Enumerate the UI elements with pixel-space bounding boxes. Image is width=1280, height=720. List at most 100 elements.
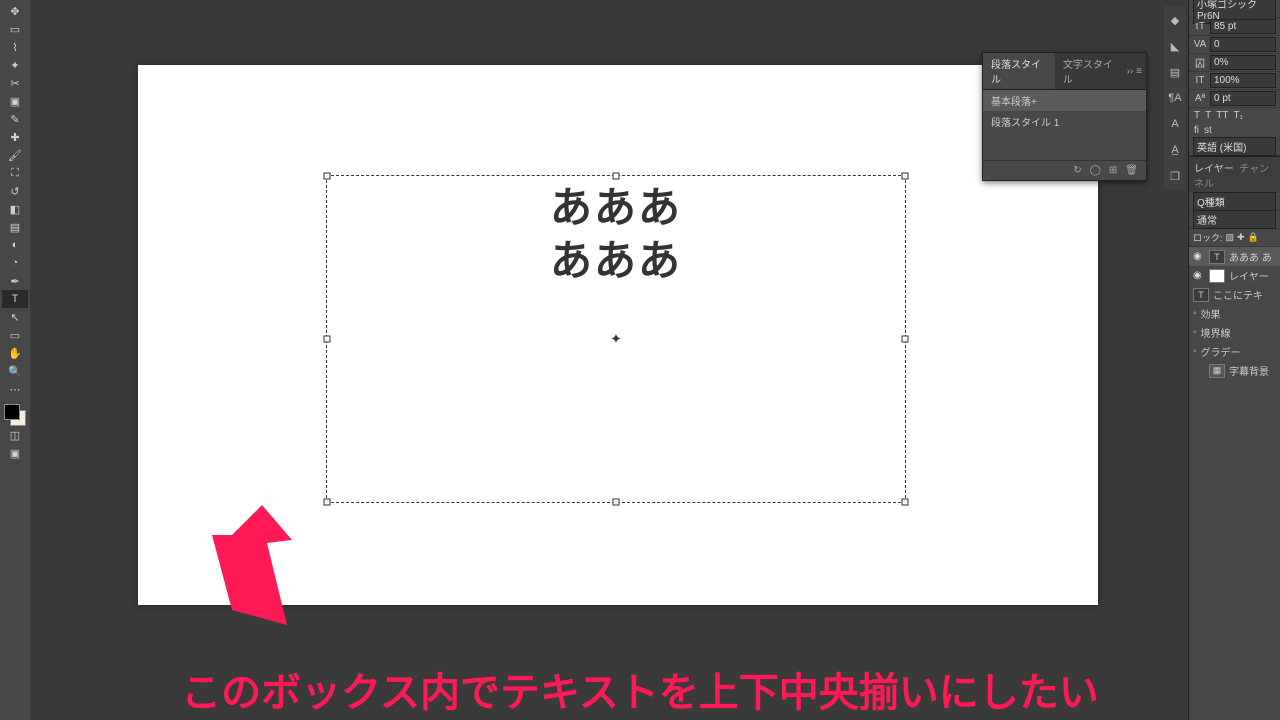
- paragraph-styles-panel[interactable]: 段落スタイル 文字スタイル ›› ≡ 基本段落+ 段落スタイル 1 ↻ ◯ ⊞ …: [982, 52, 1147, 181]
- left-toolbar: ✥ ▭ ⌇ ✦ ✂ ▣ ✎ ✚ 🖌 ⛶ ↺ ◧ ▤ ◐ ◔ ✒ T ↖ ▭ ✋ …: [0, 0, 30, 720]
- swatches-dock-icon[interactable]: ◣: [1167, 38, 1183, 54]
- handle-tr[interactable]: [902, 173, 909, 180]
- mask-mode-icon[interactable]: ◫: [2, 426, 28, 444]
- history-brush-icon[interactable]: ↺: [2, 182, 28, 200]
- layers-panel-header: レイヤー チャンネル: [1189, 156, 1280, 193]
- handle-bc[interactable]: [613, 499, 620, 506]
- fg-color-icon[interactable]: [4, 404, 20, 420]
- marquee-tool-icon[interactable]: ▭: [2, 20, 28, 38]
- handle-br[interactable]: [902, 499, 909, 506]
- ligature-fi-icon[interactable]: fi: [1194, 125, 1199, 136]
- layer-sub-fx[interactable]: ◦ 効果: [1189, 304, 1280, 323]
- type-sub-icon[interactable]: T₁: [1233, 110, 1242, 121]
- shape-tool-icon[interactable]: ▭: [2, 326, 28, 344]
- type-caps-icon[interactable]: TT: [1216, 110, 1228, 121]
- transform-center-icon: ✦: [610, 331, 622, 348]
- fx-chevron-icon[interactable]: ◦: [1193, 346, 1197, 357]
- font-size-icon: τT: [1193, 21, 1207, 32]
- handle-ml[interactable]: [324, 336, 331, 343]
- screen-mode-icon[interactable]: ▣: [2, 444, 28, 462]
- glyphs-dock-icon[interactable]: A: [1167, 116, 1183, 132]
- visibility-toggle-icon[interactable]: ◉: [1193, 251, 1205, 262]
- handle-mr[interactable]: [902, 336, 909, 343]
- language-field[interactable]: 英語 (米国): [1193, 137, 1276, 156]
- eyedrop-tool-icon[interactable]: ✎: [2, 110, 28, 128]
- handle-tc[interactable]: [613, 173, 620, 180]
- layer-text-row[interactable]: ◉ T あああ あ: [1189, 247, 1280, 266]
- right-panel-column: 小塚ゴシック Pr6N τT85 pt VA0 囚0% IT100% Aª0 p…: [1188, 0, 1280, 720]
- layer-caption-bg-row[interactable]: ◉ ▦ 字幕背景: [1189, 361, 1280, 380]
- panel-collapse-icon[interactable]: ››: [1127, 66, 1134, 77]
- dodge-tool-icon[interactable]: ◔: [2, 254, 28, 272]
- heal-tool-icon[interactable]: ✚: [2, 128, 28, 146]
- text-box[interactable]: あああ あああ ✦: [326, 175, 906, 503]
- handle-bl[interactable]: [324, 499, 331, 506]
- type-layer-icon: T: [1193, 288, 1209, 302]
- type-tool-icon[interactable]: T: [2, 290, 28, 308]
- frame-tool-icon[interactable]: ▣: [2, 92, 28, 110]
- lock-pos-icon[interactable]: ✚: [1237, 232, 1245, 243]
- layer-3-name: 字幕背景: [1229, 363, 1269, 378]
- visibility-toggle-icon[interactable]: ◉: [1193, 270, 1205, 281]
- baseline-field[interactable]: 0 pt: [1210, 91, 1276, 106]
- path-tool-icon[interactable]: ↖: [2, 308, 28, 326]
- crop-tool-icon[interactable]: ✂: [2, 74, 28, 92]
- char-dock-icon[interactable]: ▤: [1167, 64, 1183, 80]
- eraser-tool-icon[interactable]: ◧: [2, 200, 28, 218]
- pen-tool-icon[interactable]: ✒: [2, 272, 28, 290]
- type-bold-icon[interactable]: T: [1194, 110, 1200, 121]
- layer-bg-row[interactable]: ◉ レイヤー: [1189, 266, 1280, 285]
- panel-menu-icon[interactable]: ≡: [1136, 66, 1142, 77]
- kerning-icon: VA: [1193, 39, 1207, 50]
- font-size-field[interactable]: 85 pt: [1210, 19, 1276, 34]
- stamp-tool-icon[interactable]: ⛶: [2, 164, 28, 182]
- zoom-tool-icon[interactable]: 🔍: [2, 362, 28, 380]
- tracking-field[interactable]: 0%: [1210, 55, 1276, 70]
- layers-list: ◉ T あああ あ ◉ レイヤー T ここにテキ ◦ 効果 ◦ 境界線 ◦ グラ…: [1189, 247, 1280, 380]
- panel-new-icon[interactable]: ⊞: [1109, 165, 1117, 176]
- lock-all-icon[interactable]: 🔒: [1248, 232, 1259, 243]
- vscale-field[interactable]: 100%: [1210, 73, 1276, 88]
- text-line-1: あああ: [550, 184, 682, 231]
- layer-sub-grad[interactable]: ◦ グラデー: [1189, 342, 1280, 361]
- gradient-tool-icon[interactable]: ▤: [2, 218, 28, 236]
- layer-2-name: レイヤー: [1229, 268, 1269, 283]
- panel-trash-icon[interactable]: 🗑: [1125, 165, 1138, 176]
- wand-tool-icon[interactable]: ✦: [2, 56, 28, 74]
- tab-paragraph-styles[interactable]: 段落スタイル: [983, 53, 1055, 89]
- fx-chevron-icon[interactable]: ◦: [1193, 327, 1197, 338]
- ligature-st-icon[interactable]: st: [1204, 125, 1212, 136]
- para-dock-icon[interactable]: ¶A: [1167, 90, 1183, 106]
- smartobj-icon: ▦: [1209, 364, 1225, 378]
- layer-filter-field[interactable]: Q種類: [1193, 192, 1276, 211]
- panel-clear-icon[interactable]: ◯: [1090, 165, 1101, 176]
- text-content: あああ あああ: [550, 182, 682, 287]
- cube-dock-icon[interactable]: ❒: [1167, 168, 1183, 184]
- properties-dock-icon[interactable]: ◆: [1167, 12, 1183, 28]
- styles-dock-icon[interactable]: A̲: [1167, 142, 1183, 158]
- layer-sub-stroke[interactable]: ◦ 境界線: [1189, 323, 1280, 342]
- fx-chevron-icon[interactable]: ◦: [1193, 308, 1197, 319]
- blur-tool-icon[interactable]: ◐: [2, 236, 28, 254]
- tab-character-styles[interactable]: 文字スタイル: [1055, 53, 1127, 89]
- blend-mode-field[interactable]: 通常: [1193, 210, 1276, 229]
- layer-sub-text[interactable]: T ここにテキ: [1189, 285, 1280, 304]
- annotation-caption: このボックス内でテキストを上下中央揃いにしたい: [0, 660, 1280, 718]
- pstyle-basic[interactable]: 基本段落+: [983, 90, 1146, 111]
- kerning-field[interactable]: 0: [1210, 37, 1276, 52]
- brush-tool-icon[interactable]: 🖌: [2, 146, 28, 164]
- layer-sub4-name: グラデー: [1201, 344, 1241, 359]
- move-tool-icon[interactable]: ✥: [2, 2, 28, 20]
- vscale-icon: IT: [1193, 75, 1207, 86]
- tab-layers[interactable]: レイヤー: [1194, 164, 1234, 175]
- layer-1-name: あああ あ: [1229, 249, 1272, 264]
- handle-tl[interactable]: [324, 173, 331, 180]
- panel-sync-icon[interactable]: ↻: [1073, 165, 1081, 176]
- pstyle-1[interactable]: 段落スタイル 1: [983, 111, 1146, 132]
- type-italic-icon[interactable]: T: [1205, 110, 1211, 121]
- lock-pixels-icon[interactable]: ▨: [1226, 232, 1235, 243]
- lasso-tool-icon[interactable]: ⌇: [2, 38, 28, 56]
- color-swatch[interactable]: [4, 404, 26, 426]
- more-tools-icon[interactable]: ⋯: [2, 380, 28, 398]
- hand-tool-icon[interactable]: ✋: [2, 344, 28, 362]
